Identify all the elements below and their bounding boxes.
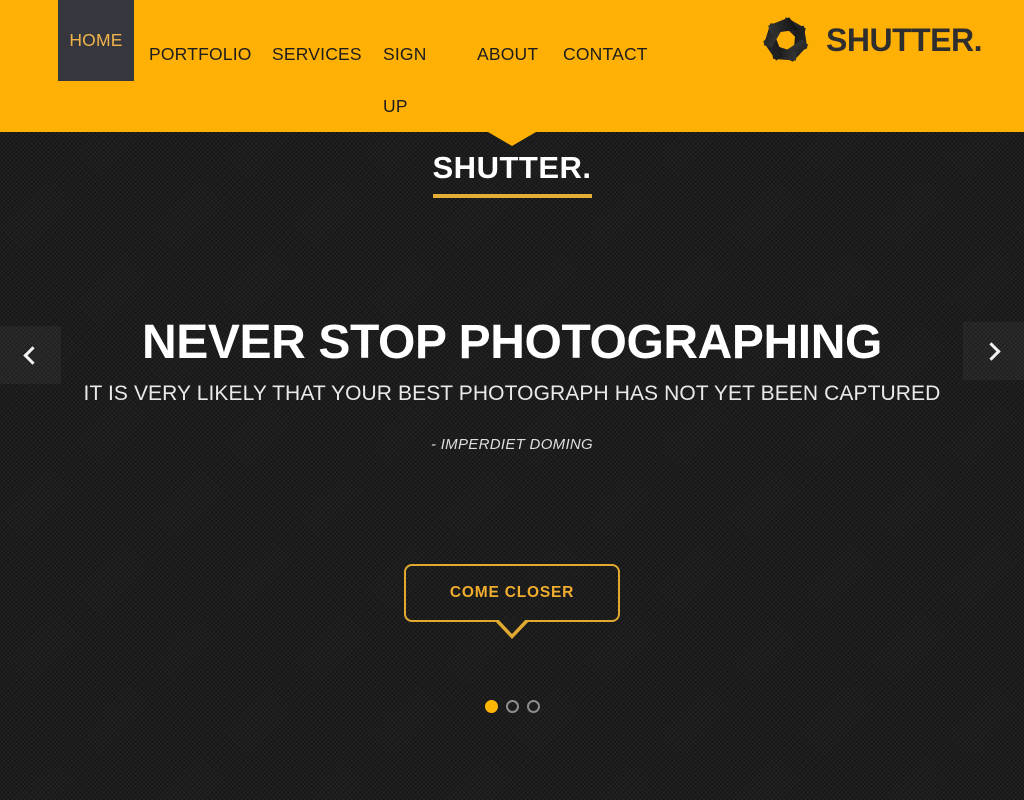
hero-copy: NEVER STOP PHOTOGRAPHING IT IS VERY LIKE… [0, 316, 1024, 454]
hero-brand: SHUTTER. [0, 151, 1024, 198]
hero-title: NEVER STOP PHOTOGRAPHING [142, 316, 882, 369]
camera-aperture-icon [760, 14, 812, 66]
chevron-right-icon [982, 341, 1001, 361]
chevron-left-icon [23, 345, 42, 365]
hero-subtitle: IT IS VERY LIKELY THAT YOUR BEST PHOTOGR… [83, 382, 941, 406]
hero-attribution: - IMPERDIET DOMING [430, 436, 594, 454]
hero-slider: SHUTTER. NEVER STOP PHOTOGRAPHING IT IS … [0, 132, 1024, 800]
brand-name: SHUTTER. [826, 22, 983, 58]
cta-container: COME CLOSER [0, 564, 1024, 622]
carousel-next-button[interactable] [963, 322, 1024, 380]
nav-item-about[interactable]: ABOUT [477, 28, 538, 80]
come-closer-button[interactable]: COME CLOSER [403, 564, 621, 622]
carousel-dot-2[interactable] [505, 700, 519, 713]
nav-item-home[interactable]: HOME [58, 0, 134, 81]
carousel-dot-1[interactable] [484, 700, 498, 713]
brand-logo[interactable]: SHUTTER. [760, 14, 983, 66]
carousel-prev-button[interactable] [0, 326, 61, 384]
carousel-dot-3[interactable] [526, 700, 540, 713]
nav-item-sign-up[interactable]: SIGN UP [383, 28, 443, 132]
hero-brand-text: SHUTTER. [432, 151, 592, 198]
nav-item-services[interactable]: SERVICES [272, 28, 362, 80]
nav-item-contact[interactable]: CONTACT [563, 28, 648, 80]
header-inner: HOME PORTFOLIO SERVICES SIGN UP ABOUT CO… [0, 0, 1024, 132]
nav-item-portfolio[interactable]: PORTFOLIO [149, 28, 252, 80]
main-navigation: HOME PORTFOLIO SERVICES SIGN UP ABOUT CO… [58, 0, 758, 118]
page-root: HOME PORTFOLIO SERVICES SIGN UP ABOUT CO… [0, 0, 1024, 800]
header-notch [488, 132, 536, 146]
carousel-dots [0, 700, 1024, 713]
site-header: HOME PORTFOLIO SERVICES SIGN UP ABOUT CO… [0, 0, 1024, 132]
